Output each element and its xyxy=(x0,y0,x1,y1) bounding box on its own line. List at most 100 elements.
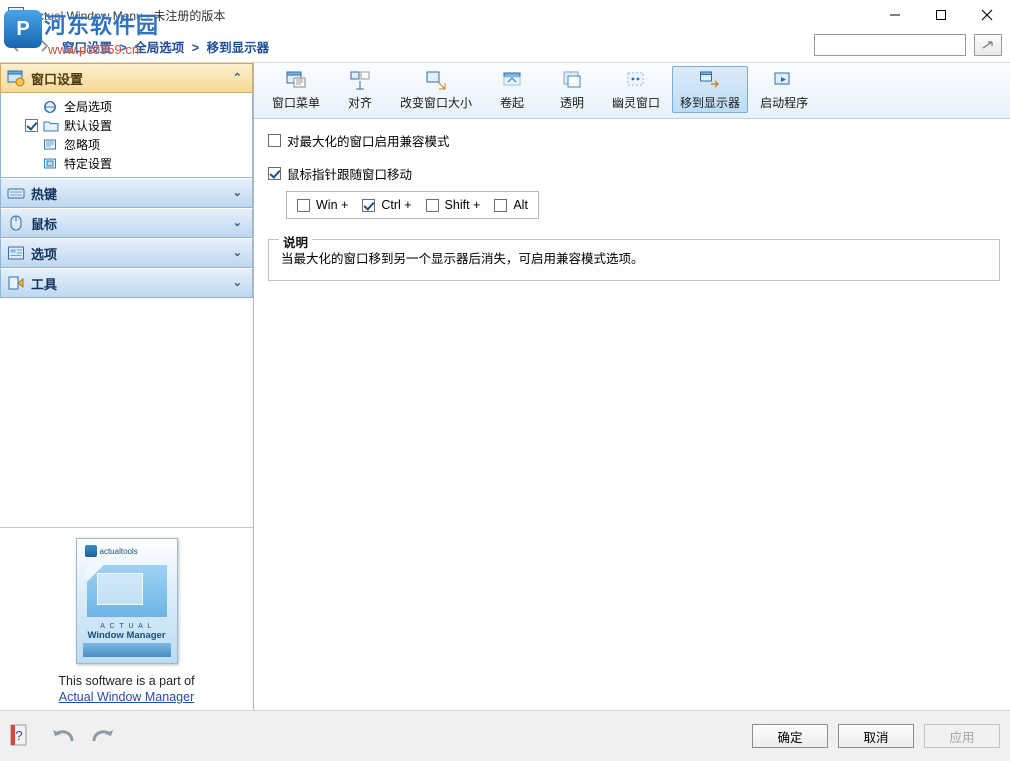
box-caption-main: Window Manager xyxy=(77,630,177,641)
redo-icon[interactable] xyxy=(88,725,116,747)
help-icon[interactable]: ? xyxy=(10,723,34,749)
toolbar-item-resize-window[interactable]: 改变窗口大小 xyxy=(392,66,480,113)
breadcrumb-part-2[interactable]: 全局选项 xyxy=(134,41,184,55)
search-input[interactable] xyxy=(814,34,966,56)
actualtools-logo: actualtools xyxy=(85,545,138,557)
compat-mode-row[interactable]: 对最大化的窗口启用兼容模式 xyxy=(268,131,1000,150)
cancel-button[interactable]: 取消 xyxy=(838,724,914,748)
pointer-follow-checkbox[interactable] xyxy=(268,167,281,180)
default-settings-checkbox[interactable] xyxy=(25,119,38,132)
description-text: 当最大化的窗口移到另一个显示器后消失，可启用兼容模式选项。 xyxy=(281,250,987,268)
content-area: 窗口菜单 对齐 改变窗口大小 xyxy=(254,63,1010,710)
svg-text:?: ? xyxy=(15,728,22,743)
sidebar-group-hotkeys: 热键 ⌄ xyxy=(0,178,253,208)
ignore-icon xyxy=(43,138,59,152)
sidebar-group-tools: 工具 ⌄ xyxy=(0,268,253,298)
maximize-button[interactable] xyxy=(918,0,964,30)
breadcrumb-part-3[interactable]: 移到显示器 xyxy=(207,41,270,55)
pointer-follow-row[interactable]: 鼠标指针跟随窗口移动 xyxy=(268,164,1000,183)
modifier-ctrl-checkbox[interactable] xyxy=(362,199,375,212)
modifier-shift[interactable]: Shift + xyxy=(426,198,481,212)
app-window-icon xyxy=(8,7,24,23)
modifier-alt-checkbox[interactable] xyxy=(494,199,507,212)
description-group: 说明 当最大化的窗口移到另一个显示器后消失，可启用兼容模式选项。 xyxy=(268,239,1000,281)
toolbar-item-align[interactable]: 对齐 xyxy=(332,66,388,113)
sidebar-item-hotkeys[interactable]: 热键 ⌄ xyxy=(0,178,253,208)
chevron-down-icon[interactable]: ⌄ xyxy=(233,218,242,229)
transparency-icon xyxy=(561,69,583,91)
box-caption: A C T U A L Window Manager xyxy=(77,623,177,641)
sidebar-tree-item-label: 忽略项 xyxy=(64,136,100,153)
back-arrow-icon[interactable] xyxy=(4,34,28,58)
toolbar-item-window-menu[interactable]: 窗口菜单 xyxy=(264,66,328,113)
toolbar-item-label: 卷起 xyxy=(500,94,524,111)
footer-bar: ? 确定 取消 应用 xyxy=(0,710,1010,761)
hotkeys-icon xyxy=(7,184,25,202)
sidebar-tree-item-label: 特定设置 xyxy=(64,155,112,172)
sidebar-tree-item-global-options[interactable]: 全局选项 xyxy=(1,97,252,116)
close-button[interactable] xyxy=(964,0,1010,30)
description-title: 说明 xyxy=(279,232,312,251)
sidebar-item-label: 鼠标 xyxy=(31,214,57,233)
window-title: Actual Window Menu - 未注册的版本 xyxy=(30,7,225,24)
go-arrow-icon[interactable] xyxy=(974,34,1002,56)
toolbar-item-rollup[interactable]: 卷起 xyxy=(484,66,540,113)
promo-panel: actualtools A C T U A L Window Manager T… xyxy=(0,528,253,710)
modifier-ctrl[interactable]: Ctrl + xyxy=(362,198,411,212)
start-program-icon xyxy=(773,69,795,91)
app-window: Actual Window Menu - 未注册的版本 窗口设置 > 全局选项 … xyxy=(0,0,1010,761)
breadcrumb-separator-2: > xyxy=(192,41,199,55)
settings-panel: 对最大化的窗口启用兼容模式 鼠标指针跟随窗口移动 Win + Ctrl + xyxy=(254,119,1010,710)
footer-buttons: 确定 取消 应用 xyxy=(742,724,1000,748)
toolbar-item-start-program[interactable]: 启动程序 xyxy=(752,66,816,113)
title-bar: Actual Window Menu - 未注册的版本 xyxy=(0,0,1010,30)
ok-button[interactable]: 确定 xyxy=(752,724,828,748)
sidebar-group-window-settings: 窗口设置 ⌃ 全局选项 默认设置 xyxy=(0,63,253,178)
tools-icon xyxy=(7,274,25,292)
sidebar-tree-item-default-settings[interactable]: 默认设置 xyxy=(1,116,252,135)
sidebar-item-mouse[interactable]: 鼠标 ⌄ xyxy=(0,208,253,238)
breadcrumb-separator-1: > xyxy=(120,41,127,55)
toolbar-item-ghost-window[interactable]: 幽灵窗口 xyxy=(604,66,668,113)
compat-mode-checkbox[interactable] xyxy=(268,134,281,147)
sidebar-tree: 全局选项 默认设置 忽略项 xyxy=(0,93,253,178)
caption-buttons xyxy=(872,0,1010,30)
window-menu-icon xyxy=(285,69,307,91)
sidebar-item-options[interactable]: 选项 ⌄ xyxy=(0,238,253,268)
undo-icon[interactable] xyxy=(50,725,78,747)
toolbar-item-label: 对齐 xyxy=(348,94,372,111)
sidebar-item-label: 工具 xyxy=(31,274,57,293)
sidebar-item-tools[interactable]: 工具 ⌄ xyxy=(0,268,253,298)
chevron-down-icon[interactable]: ⌄ xyxy=(233,188,242,199)
minimize-button[interactable] xyxy=(872,0,918,30)
box-artwork xyxy=(87,565,167,617)
modifier-keys-group: Win + Ctrl + Shift + Alt xyxy=(286,191,539,219)
sidebar-tree-item-specific-settings[interactable]: 特定设置 xyxy=(1,154,252,173)
options-icon xyxy=(7,244,25,262)
breadcrumb-part-1[interactable]: 窗口设置 xyxy=(62,41,112,55)
chevron-down-icon[interactable]: ⌄ xyxy=(233,278,242,289)
modifier-win[interactable]: Win + xyxy=(297,198,348,212)
modifier-shift-checkbox[interactable] xyxy=(426,199,439,212)
window-settings-icon xyxy=(7,69,25,87)
sidebar-item-label: 热键 xyxy=(31,184,57,203)
breadcrumb[interactable]: 窗口设置 > 全局选项 > 移到显示器 xyxy=(62,37,269,56)
toolbar-item-move-to-monitor[interactable]: 移到显示器 xyxy=(672,66,748,113)
modifier-shift-label: Shift + xyxy=(445,198,481,212)
sidebar-tree-item-label: 默认设置 xyxy=(64,117,112,134)
apply-button[interactable]: 应用 xyxy=(924,724,1000,748)
toolbar-item-label: 窗口菜单 xyxy=(272,94,320,111)
sidebar-tree-item-ignore[interactable]: 忽略项 xyxy=(1,135,252,154)
modifier-alt[interactable]: Alt xyxy=(494,198,528,212)
breadcrumb-bar: 窗口设置 > 全局选项 > 移到显示器 xyxy=(0,30,1010,63)
forward-arrow-icon[interactable] xyxy=(32,34,56,58)
toolbar-item-label: 幽灵窗口 xyxy=(612,94,660,111)
toolbar-item-transparency[interactable]: 透明 xyxy=(544,66,600,113)
sidebar-item-window-settings[interactable]: 窗口设置 ⌃ xyxy=(0,63,253,93)
modifier-win-label: Win + xyxy=(316,198,348,212)
modifier-win-checkbox[interactable] xyxy=(297,199,310,212)
chevron-up-icon[interactable]: ⌃ xyxy=(233,73,242,84)
sidebar-group-options: 选项 ⌄ xyxy=(0,238,253,268)
promo-link[interactable]: Actual Window Manager xyxy=(59,690,194,704)
chevron-down-icon[interactable]: ⌄ xyxy=(233,248,242,259)
